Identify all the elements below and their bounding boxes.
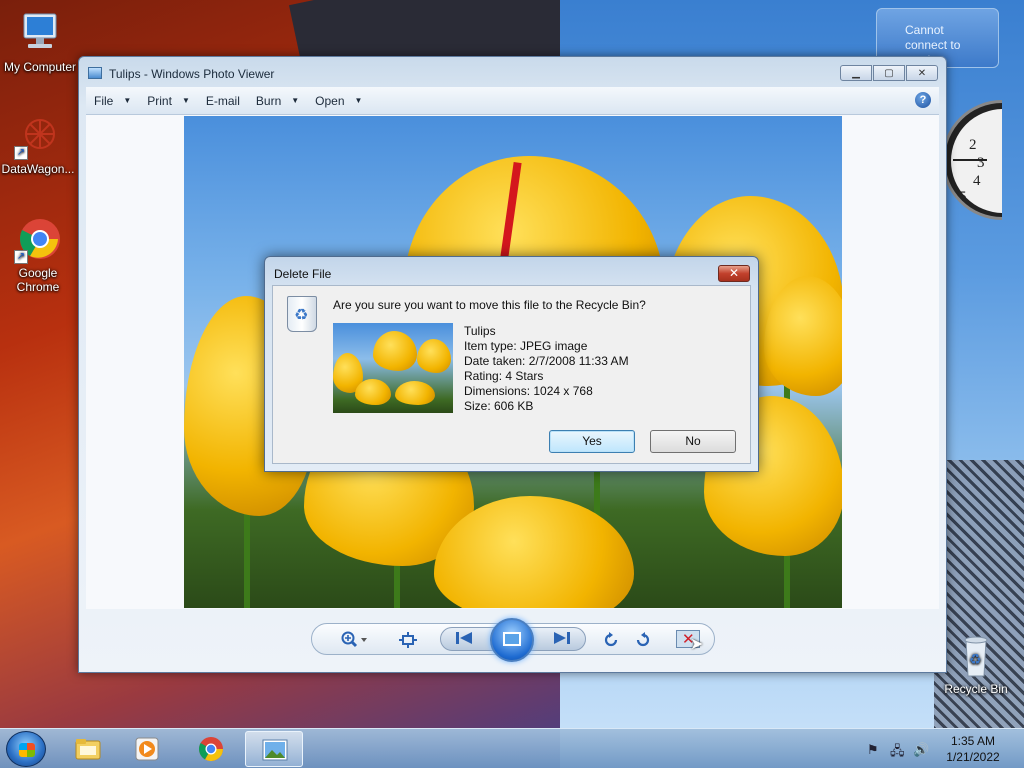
mouse-cursor-icon: ➤ — [690, 636, 704, 653]
recycle-bin-icon: ♻ — [952, 632, 1000, 680]
next-button[interactable] — [553, 631, 571, 650]
menu-label: E-mail — [205, 93, 240, 108]
desktop-icon-my-computer[interactable]: My Computer — [0, 10, 80, 74]
file-details: Tulips Item type: JPEG image Date taken:… — [464, 324, 629, 414]
clock-hand — [953, 159, 987, 161]
chevron-down-icon: ▼ — [181, 96, 190, 105]
photo-viewer-icon — [88, 67, 102, 79]
close-button[interactable]: ✕ — [906, 65, 938, 81]
delete-file-dialog[interactable]: Delete File ✕ Are you sure you want to m… — [264, 256, 759, 472]
previous-button[interactable] — [455, 631, 473, 650]
dialog-body: Are you sure you want to move this file … — [272, 285, 751, 464]
datawagon-icon: ↗ — [14, 112, 62, 160]
thumbnail-tulip — [395, 381, 435, 405]
menu-label: Burn — [255, 93, 282, 108]
menu-email[interactable]: E-mail — [206, 94, 240, 108]
rotate-clockwise-button[interactable] — [634, 631, 652, 654]
menu-file[interactable]: File ▼ — [94, 94, 131, 108]
help-icon[interactable]: ? — [915, 92, 931, 108]
clock-number: 2 — [969, 137, 977, 153]
photo-viewer-titlebar[interactable]: Tulips - Windows Photo Viewer ▁ ▢ ✕ — [79, 57, 946, 87]
minimize-icon: ▁ — [852, 67, 860, 79]
yes-button[interactable]: Yes — [549, 430, 635, 453]
media-player-icon — [133, 736, 161, 762]
file-size: Size: 606 KB — [464, 399, 534, 413]
windows-logo-icon — [19, 743, 35, 757]
file-item-type: Item type: JPEG image — [464, 339, 588, 353]
close-icon: ✕ — [917, 67, 927, 79]
dialog-title: Delete File — [274, 267, 332, 281]
clock-number: 4 — [973, 173, 981, 189]
menu-open[interactable]: Open ▼ — [315, 94, 362, 108]
clock-time: 1:35 AM — [950, 734, 996, 748]
network-icon[interactable]: 🖧 — [890, 742, 905, 764]
file-thumbnail — [333, 323, 453, 413]
computer-icon — [16, 10, 64, 58]
photo-viewer-controls: ➤ — [311, 618, 715, 662]
zoom-button[interactable] — [340, 631, 370, 654]
clock-date: 1/21/2022 — [946, 750, 1000, 764]
slideshow-button[interactable] — [490, 618, 534, 662]
chrome-icon: ↗ — [14, 216, 62, 264]
actual-size-button[interactable] — [398, 631, 418, 654]
clock-number: 3 — [977, 155, 985, 171]
svg-text:♻: ♻ — [969, 651, 982, 667]
desktop-icon-label: DataWagon... — [1, 162, 75, 176]
no-button[interactable]: No — [650, 430, 736, 453]
recycle-bin-icon — [287, 296, 317, 332]
minimize-button[interactable]: ▁ — [840, 65, 872, 81]
file-dimensions: Dimensions: 1024 x 768 — [464, 384, 593, 398]
photo-viewer-icon — [261, 737, 289, 763]
taskbar-explorer[interactable] — [59, 731, 117, 767]
maximize-icon: ▢ — [884, 67, 894, 79]
start-button[interactable] — [6, 731, 46, 767]
thumbnail-tulip — [373, 331, 417, 371]
desktop-icon-google-chrome[interactable]: ↗ Google Chrome — [0, 216, 78, 294]
dialog-question: Are you sure you want to move this file … — [333, 298, 646, 312]
thumbnail-tulip — [355, 379, 391, 405]
chevron-down-icon: ▼ — [123, 96, 132, 105]
desktop-icon-label: Recycle Bin — [944, 682, 1008, 696]
clock-face: 2 3 4 5 — [951, 109, 1002, 213]
caption-buttons: ▁ ▢ ✕ — [840, 65, 938, 81]
chrome-icon — [197, 736, 225, 762]
dialog-close-button[interactable]: ✕ — [718, 265, 750, 282]
chevron-down-icon: ▼ — [354, 96, 363, 105]
desktop-icon-recycle-bin[interactable]: ♻ Recycle Bin — [936, 632, 1016, 696]
volume-icon[interactable]: 🔊 — [913, 742, 929, 758]
thumbnail-tulip — [417, 339, 451, 373]
rotate-counterclockwise-button[interactable] — [602, 631, 620, 654]
taskbar-photo-viewer[interactable] — [245, 731, 303, 767]
desktop-icon-label: My Computer — [3, 60, 77, 74]
explorer-icon — [74, 736, 102, 762]
clock-number: 5 — [959, 189, 967, 205]
menu-burn[interactable]: Burn ▼ — [256, 94, 299, 108]
shortcut-arrow-icon: ↗ — [14, 146, 28, 160]
photo-viewer-menubar: File ▼ Print ▼ E-mail Burn ▼ Open ▼ ? — [86, 87, 939, 115]
window-title: Tulips - Windows Photo Viewer — [109, 67, 275, 81]
menu-label: File — [94, 93, 114, 108]
taskbar: ⚑ 🖧 🔊 1:35 AM 1/21/2022 — [0, 728, 1024, 768]
menu-label: Open — [315, 93, 345, 108]
file-name: Tulips — [464, 324, 496, 338]
file-date-taken: Date taken: 2/7/2008 11:33 AM — [464, 354, 629, 368]
desktop-icon-datawagon[interactable]: ↗ DataWagon... — [0, 112, 78, 176]
desktop-icon-label: Google Chrome — [16, 266, 60, 294]
maximize-button[interactable]: ▢ — [873, 65, 905, 81]
menu-print[interactable]: Print ▼ — [147, 94, 190, 108]
file-rating: Rating: 4 Stars — [464, 369, 544, 383]
action-center-icon[interactable]: ⚑ — [867, 742, 879, 758]
taskbar-clock[interactable]: 1:35 AM 1/21/2022 — [940, 733, 1006, 765]
taskbar-chrome[interactable] — [182, 731, 240, 767]
slideshow-icon — [503, 632, 521, 646]
chevron-down-icon: ▼ — [291, 96, 300, 105]
taskbar-media-player[interactable] — [118, 731, 176, 767]
shortcut-arrow-icon: ↗ — [14, 250, 28, 264]
menu-label: Print — [147, 93, 172, 108]
